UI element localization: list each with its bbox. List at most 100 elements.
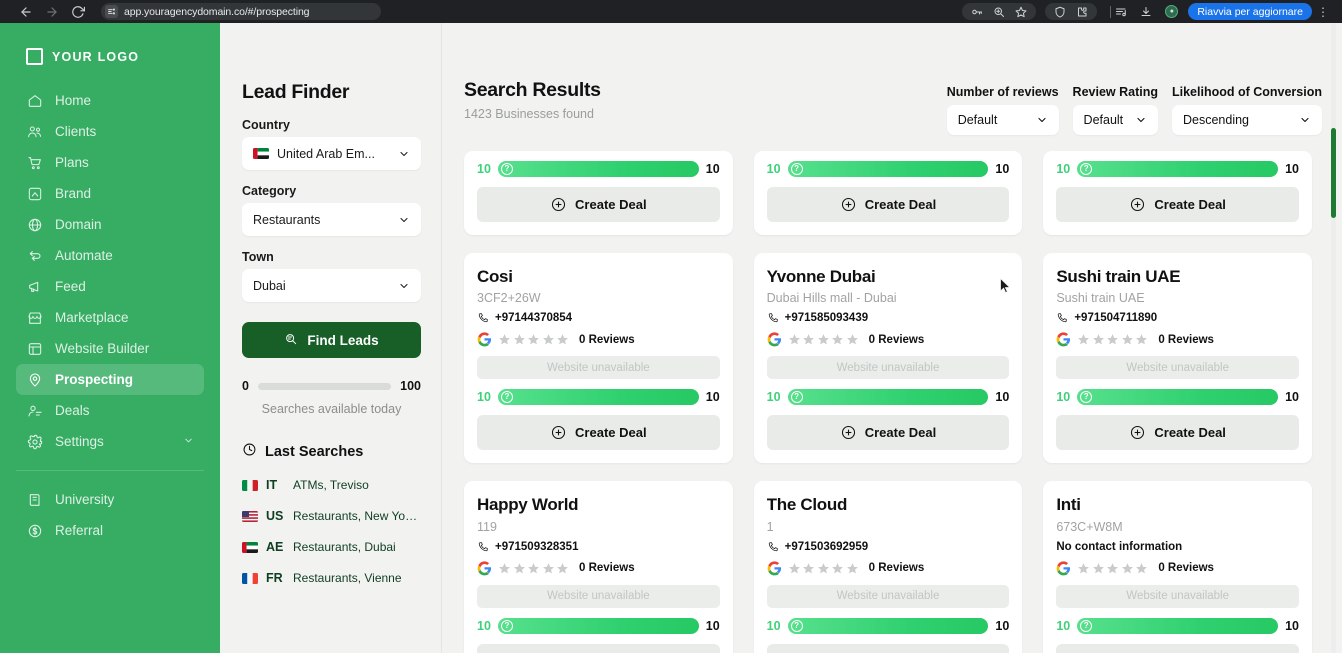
rating-row: 0 Reviews bbox=[477, 332, 720, 347]
chevron-down-icon[interactable] bbox=[1299, 114, 1311, 126]
score-bar[interactable]: ? bbox=[787, 161, 989, 177]
help-question-icon[interactable]: ? bbox=[500, 391, 513, 404]
last-search-item[interactable]: IT ATMs, Treviso bbox=[242, 478, 421, 492]
google-icon bbox=[477, 332, 492, 347]
help-question-icon[interactable]: ? bbox=[1080, 391, 1093, 404]
help-question-icon[interactable]: ? bbox=[500, 163, 513, 175]
business-phone[interactable]: +971503692959 bbox=[767, 541, 1010, 553]
restart-to-update-button[interactable]: Riavvia per aggiornare bbox=[1188, 3, 1312, 20]
create-deal-button[interactable]: Create Deal bbox=[1056, 415, 1299, 451]
help-question-icon[interactable]: ? bbox=[1080, 619, 1093, 632]
help-question-icon[interactable]: ? bbox=[790, 163, 803, 175]
sidebar-item-feed[interactable]: Feed bbox=[16, 271, 204, 302]
score-bar[interactable]: ? bbox=[787, 389, 989, 406]
reading-list-icon[interactable] bbox=[1115, 6, 1127, 18]
help-question-icon[interactable]: ? bbox=[1080, 163, 1093, 175]
country-select[interactable]: United Arab Em... bbox=[242, 137, 421, 170]
find-leads-button[interactable]: Find Leads bbox=[242, 322, 421, 358]
business-card[interactable]: 10 ? 10 Create Deal bbox=[464, 151, 733, 235]
reload-icon[interactable] bbox=[70, 4, 85, 19]
last-search-item[interactable]: FR Restaurants, Vienne bbox=[242, 571, 421, 585]
business-phone[interactable]: +97144370854 bbox=[477, 312, 720, 324]
business-card[interactable]: Inti 673C+W8M No contact information 0 R… bbox=[1043, 481, 1312, 653]
business-address: 673C+W8M bbox=[1056, 519, 1123, 534]
create-deal-button[interactable]: Create Deal bbox=[477, 187, 720, 222]
score-bar[interactable]: ? bbox=[497, 161, 699, 177]
score-bar[interactable]: ? bbox=[497, 389, 699, 406]
extensions-icon[interactable] bbox=[1076, 6, 1088, 18]
score-bar[interactable]: ? bbox=[497, 617, 699, 634]
business-card[interactable]: Happy World 119 +971509328351 0 Reviews … bbox=[464, 481, 733, 653]
last-search-item[interactable]: US Restaurants, New York ... bbox=[242, 509, 421, 523]
sidebar-item-brand[interactable]: Brand bbox=[16, 178, 204, 209]
create-deal-button[interactable]: Create Deal bbox=[766, 187, 1010, 222]
score-left-value: 10 bbox=[477, 390, 491, 405]
help-question-icon[interactable]: ? bbox=[790, 619, 803, 632]
create-deal-button[interactable]: Create Deal bbox=[477, 415, 720, 451]
back-arrow-icon[interactable] bbox=[18, 4, 33, 19]
scrollbar-thumb[interactable] bbox=[1331, 128, 1336, 218]
sidebar-item-prospecting[interactable]: Prospecting bbox=[16, 364, 204, 395]
business-card[interactable]: Cosi 3CF2+26W +97144370854 0 Reviews Web… bbox=[464, 253, 733, 464]
shield-icon[interactable] bbox=[1054, 6, 1066, 18]
business-phone[interactable]: +971585093439 bbox=[767, 312, 1010, 324]
create-deal-button[interactable]: Create Deal bbox=[766, 415, 1010, 451]
sidebar-item-marketplace[interactable]: Marketplace bbox=[16, 302, 204, 333]
bookmark-star-icon[interactable] bbox=[1015, 6, 1027, 18]
category-select[interactable]: Restaurants bbox=[242, 203, 421, 236]
business-card[interactable]: 10 ? 10 Create Deal bbox=[753, 151, 1023, 235]
sidebar-item-domain[interactable]: Domain bbox=[16, 209, 204, 240]
chevron-down-icon[interactable] bbox=[1036, 114, 1048, 126]
business-card[interactable]: 10 ? 10 Create Deal bbox=[1043, 151, 1312, 235]
score-bar[interactable]: ? bbox=[1077, 617, 1279, 634]
score-bar[interactable]: ? bbox=[1077, 161, 1279, 177]
quota-track[interactable] bbox=[257, 382, 392, 390]
sorter-select[interactable]: Default bbox=[1072, 105, 1158, 135]
sidebar-item-referral[interactable]: Referral bbox=[16, 515, 204, 546]
logo[interactable]: YOUR LOGO bbox=[0, 23, 220, 85]
sidebar-item-settings[interactable]: Settings bbox=[16, 426, 204, 457]
score-bar[interactable]: ? bbox=[787, 617, 989, 634]
downloads-icon[interactable] bbox=[1140, 6, 1152, 18]
address-bar[interactable]: app.youragencydomain.co/#/prospecting bbox=[101, 3, 381, 20]
chevron-down-icon[interactable] bbox=[398, 280, 410, 292]
create-deal-button[interactable]: Create Deal bbox=[477, 643, 720, 653]
site-settings-icon[interactable] bbox=[105, 5, 118, 18]
chevron-down-icon[interactable] bbox=[398, 214, 410, 226]
business-card[interactable]: Sushi train UAE Sushi train UAE +9715047… bbox=[1043, 253, 1312, 464]
zoom-icon[interactable] bbox=[993, 6, 1005, 18]
sidebar-item-university[interactable]: University bbox=[16, 484, 204, 515]
forward-arrow-icon[interactable] bbox=[44, 4, 59, 19]
business-card[interactable]: Yvonne Dubai Dubai Hills mall - Dubai +9… bbox=[753, 253, 1023, 464]
last-search-item[interactable]: AE Restaurants, Dubai bbox=[242, 540, 421, 554]
help-question-icon[interactable]: ? bbox=[500, 619, 513, 632]
sidebar-item-automate[interactable]: Automate bbox=[16, 240, 204, 271]
sidebar-item-deals[interactable]: Deals bbox=[16, 395, 204, 426]
business-phone[interactable]: +971504711890 bbox=[1056, 312, 1299, 324]
sorter-select[interactable]: Default bbox=[946, 105, 1059, 135]
create-deal-button[interactable]: Create Deal bbox=[1056, 187, 1299, 222]
sidebar-item-website-builder[interactable]: Website Builder bbox=[16, 333, 204, 364]
help-question-icon[interactable]: ? bbox=[790, 391, 803, 404]
sorter-value: Default bbox=[1083, 113, 1124, 127]
score-bar[interactable]: ? bbox=[1077, 389, 1279, 406]
create-deal-button[interactable]: Create Deal bbox=[766, 643, 1010, 653]
business-phone[interactable]: +971509328351 bbox=[477, 541, 720, 553]
chevron-down-icon[interactable] bbox=[1135, 114, 1147, 126]
create-deal-button[interactable]: Create Deal bbox=[1056, 643, 1299, 653]
sorter-select[interactable]: Descending bbox=[1171, 105, 1322, 135]
town-select[interactable]: Dubai bbox=[242, 269, 421, 302]
password-key-icon[interactable] bbox=[971, 6, 983, 18]
avatar[interactable]: ● bbox=[1165, 5, 1179, 18]
scrollbar[interactable] bbox=[1331, 23, 1336, 653]
plus-circle-icon bbox=[1131, 197, 1145, 212]
chevron-down-icon[interactable] bbox=[398, 148, 410, 160]
quota-slider[interactable]: 0 100 bbox=[242, 379, 421, 393]
sidebar-item-home[interactable]: Home bbox=[16, 85, 204, 116]
plus-circle-icon bbox=[551, 197, 566, 212]
sidebar-item-plans[interactable]: Plans bbox=[16, 147, 204, 178]
kebab-menu-icon[interactable]: ⋮ bbox=[1312, 6, 1334, 18]
business-card[interactable]: The Cloud 1 +971503692959 0 Reviews Webs… bbox=[753, 481, 1023, 653]
sidebar-item-clients[interactable]: Clients bbox=[16, 116, 204, 147]
chevron-down-icon[interactable] bbox=[183, 434, 194, 449]
